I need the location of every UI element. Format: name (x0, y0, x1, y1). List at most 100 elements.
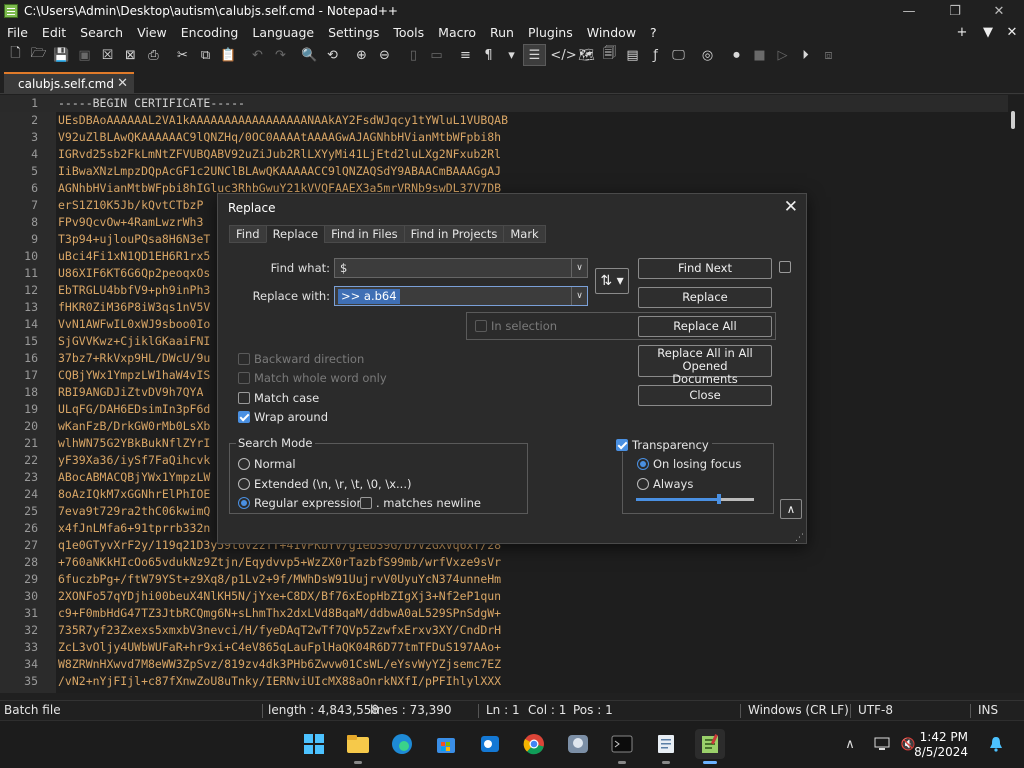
vertical-scrollbar[interactable] (1008, 95, 1022, 693)
tab-replace[interactable]: Replace (265, 225, 326, 243)
menu-window[interactable]: Window (580, 25, 643, 40)
paste-icon[interactable]: 📋 (217, 44, 240, 66)
monitor-icon[interactable]: 🖵 (667, 44, 690, 66)
menu-plugins[interactable]: Plugins (521, 25, 580, 40)
regex-radio[interactable]: Regular expression (238, 496, 364, 510)
edge-icon[interactable] (387, 729, 417, 759)
swap-find-replace-button[interactable]: ⇅ ▾ (595, 268, 629, 294)
menu-run[interactable]: Run (483, 25, 521, 40)
tab-close-icon[interactable]: ✕ (117, 76, 128, 91)
match-case-checkbox[interactable]: Match case (238, 391, 319, 405)
collapse-dialog-button[interactable]: ∧ (780, 499, 802, 519)
menu-macro[interactable]: Macro (431, 25, 483, 40)
editor-line[interactable]: 34 W8ZRWnHXwvd7M8eWW3ZpSvz/819zv4dk3PHb6Z… (0, 656, 1010, 673)
editor-line[interactable]: 5 IiBwaXNzLmpzDQpAcGF1c2UNClBLAwQKAAAAACC… (0, 163, 1010, 180)
close-button[interactable]: Close (638, 385, 772, 406)
new-tab-button[interactable]: + (950, 22, 974, 42)
code-icon[interactable]: </> (550, 44, 576, 66)
replace-with-dropdown-icon[interactable]: ∨ (571, 287, 587, 305)
editor-line[interactable]: 35/vN2+nYjFIjl+c87fXnwZoU8uTnky/IERNviUI… (0, 673, 1010, 690)
start-icon[interactable] (299, 729, 329, 759)
always-radio[interactable]: Always (637, 477, 693, 491)
menu-view[interactable]: View (130, 25, 174, 40)
sync-h-icon[interactable]: ▭ (425, 44, 448, 66)
editor-line[interactable]: 29 6fuczbPg+/ftW79YSt+z9Xq8/p1Lv2+9f/MWhD… (0, 571, 1010, 588)
editor-line[interactable]: 3 V92uZlBLAwQKAAAAAAC9lQNZHq/0OC0AAAAtAAA… (0, 129, 1010, 146)
close-icon[interactable]: ☒ (96, 44, 119, 66)
menu-encoding[interactable]: Encoding (174, 25, 246, 40)
replace-all-opened-button[interactable]: Replace All in All Opened Documents (638, 345, 772, 386)
find-what-dropdown-icon[interactable]: ∨ (571, 259, 587, 277)
store-icon[interactable] (431, 729, 461, 759)
editor-line[interactable]: 33 ZcL3vOljy4UWbWUFaR+hr9xi+C4eV865qLauFp… (0, 639, 1010, 656)
editor-line[interactable]: 32 735R7yf23Zxexs5xmxbV3nevci/H/fyeDAqT2w… (0, 622, 1010, 639)
menu-help[interactable]: ? (643, 25, 664, 40)
transparency-checkbox[interactable]: Transparency (616, 438, 712, 452)
play-icon[interactable]: ▷ (771, 44, 794, 66)
editor-line[interactable]: 31 c9+F0mbHdG47TZ3JtbRCQmg6N+sLhmThx2dxLV… (0, 605, 1010, 622)
editor-line[interactable]: 30 2XONFo57qYDjhi00beuX4NlKH5N/jYxe+C8DX/… (0, 588, 1010, 605)
tab-mark[interactable]: Mark (503, 225, 546, 243)
find-what-input[interactable]: $ ∨ (334, 258, 588, 278)
transparency-slider-knob[interactable] (716, 494, 721, 504)
play-multiple-icon[interactable]: ⏵ (794, 44, 817, 66)
restore-button[interactable]: ❐ (932, 0, 978, 22)
menu-edit[interactable]: Edit (35, 25, 73, 40)
save-macro-icon[interactable]: ⧈ (817, 44, 840, 66)
tab-find-in-projects[interactable]: Find in Projects (403, 225, 505, 243)
dialog-close-icon[interactable]: ✕ (784, 197, 798, 217)
match-whole-word-checkbox[interactable]: Match whole word only (238, 371, 387, 385)
in-selection-checkbox[interactable]: In selection (475, 319, 557, 333)
editor-line[interactable]: 28 +760aNKkHIcOo65vdukNz9Ztjn/Eqydvvp5+Wz… (0, 554, 1010, 571)
notepad-icon[interactable] (651, 729, 681, 764)
tab-find[interactable]: Find (229, 225, 267, 243)
doc-map-icon[interactable]: 🗺 (575, 44, 598, 66)
status-eol[interactable]: Windows (CR LF) (748, 703, 849, 717)
doc-list-icon[interactable]: 🗐 (598, 44, 621, 66)
show-all-chars-icon[interactable]: ¶ (477, 44, 500, 66)
outlook-icon[interactable] (475, 729, 505, 759)
status-encoding[interactable]: UTF-8 (858, 703, 893, 717)
open-file-icon[interactable]: 🗁 (27, 44, 50, 66)
transparency-slider[interactable] (636, 494, 754, 504)
extended-radio[interactable]: Extended (\n, \r, \t, \0, \x...) (238, 477, 411, 491)
tab-calubjs-self-cmd[interactable]: calubjs.self.cmd ✕ (4, 72, 134, 94)
window-close-button[interactable]: ✕ (976, 0, 1022, 22)
menu-file[interactable]: File (0, 25, 35, 40)
record-icon[interactable]: ⏺ (725, 44, 748, 66)
redo-icon[interactable]: ↷ (269, 44, 292, 66)
menu-tools[interactable]: Tools (386, 25, 431, 40)
find-next-option-checkbox[interactable] (779, 261, 795, 273)
function-list-icon[interactable]: ▤ (621, 44, 644, 66)
minimize-button[interactable]: — (886, 0, 932, 22)
menu-search[interactable]: Search (73, 25, 130, 40)
wrap-around-checkbox[interactable]: Wrap around (238, 410, 328, 424)
cut-icon[interactable]: ✂ (171, 44, 194, 66)
backward-direction-checkbox[interactable]: Backward direction (238, 352, 364, 366)
editor-line[interactable]: 1 -----BEGIN CERTIFICATE----- (0, 95, 1010, 112)
terminal-icon[interactable] (607, 729, 637, 764)
network-icon[interactable] (870, 729, 894, 759)
dropdown-icon[interactable]: ▾ (500, 44, 523, 66)
find-icon[interactable]: 🔍 (298, 44, 321, 66)
undo-icon[interactable]: ↶ (246, 44, 269, 66)
fx-icon[interactable]: ƒ (644, 44, 667, 66)
scrollbar-thumb[interactable] (1011, 111, 1015, 129)
tab-list-button[interactable]: ▼ (976, 22, 1000, 42)
editor-line[interactable]: 2 UEsDBAoAAAAAAL2VA1kAAAAAAAAAAAAAAAAANAA… (0, 112, 1010, 129)
menu-settings[interactable]: Settings (321, 25, 386, 40)
close-all-icon[interactable]: ⊠ (119, 44, 142, 66)
show-hidden-icons-icon[interactable]: ∧ (838, 729, 862, 759)
normal-radio[interactable]: Normal (238, 457, 296, 471)
editor-line[interactable]: 4 IGRvd25sb2FkLmNtZFVUBQABV92uZiJub2RlLXY… (0, 146, 1010, 163)
spell-icon[interactable]: ◎ (696, 44, 719, 66)
zoom-out-icon[interactable]: ⊖ (373, 44, 396, 66)
replace-button[interactable]: Replace (638, 287, 772, 308)
save-icon[interactable]: 💾 (50, 44, 73, 66)
game-icon[interactable] (563, 729, 593, 759)
stop-icon[interactable]: ■ (748, 44, 771, 66)
notifications-bell-icon[interactable] (984, 729, 1008, 759)
chrome-icon[interactable] (519, 729, 549, 759)
tab-find-in-files[interactable]: Find in Files (324, 225, 405, 243)
sync-v-icon[interactable]: ▯ (402, 44, 425, 66)
